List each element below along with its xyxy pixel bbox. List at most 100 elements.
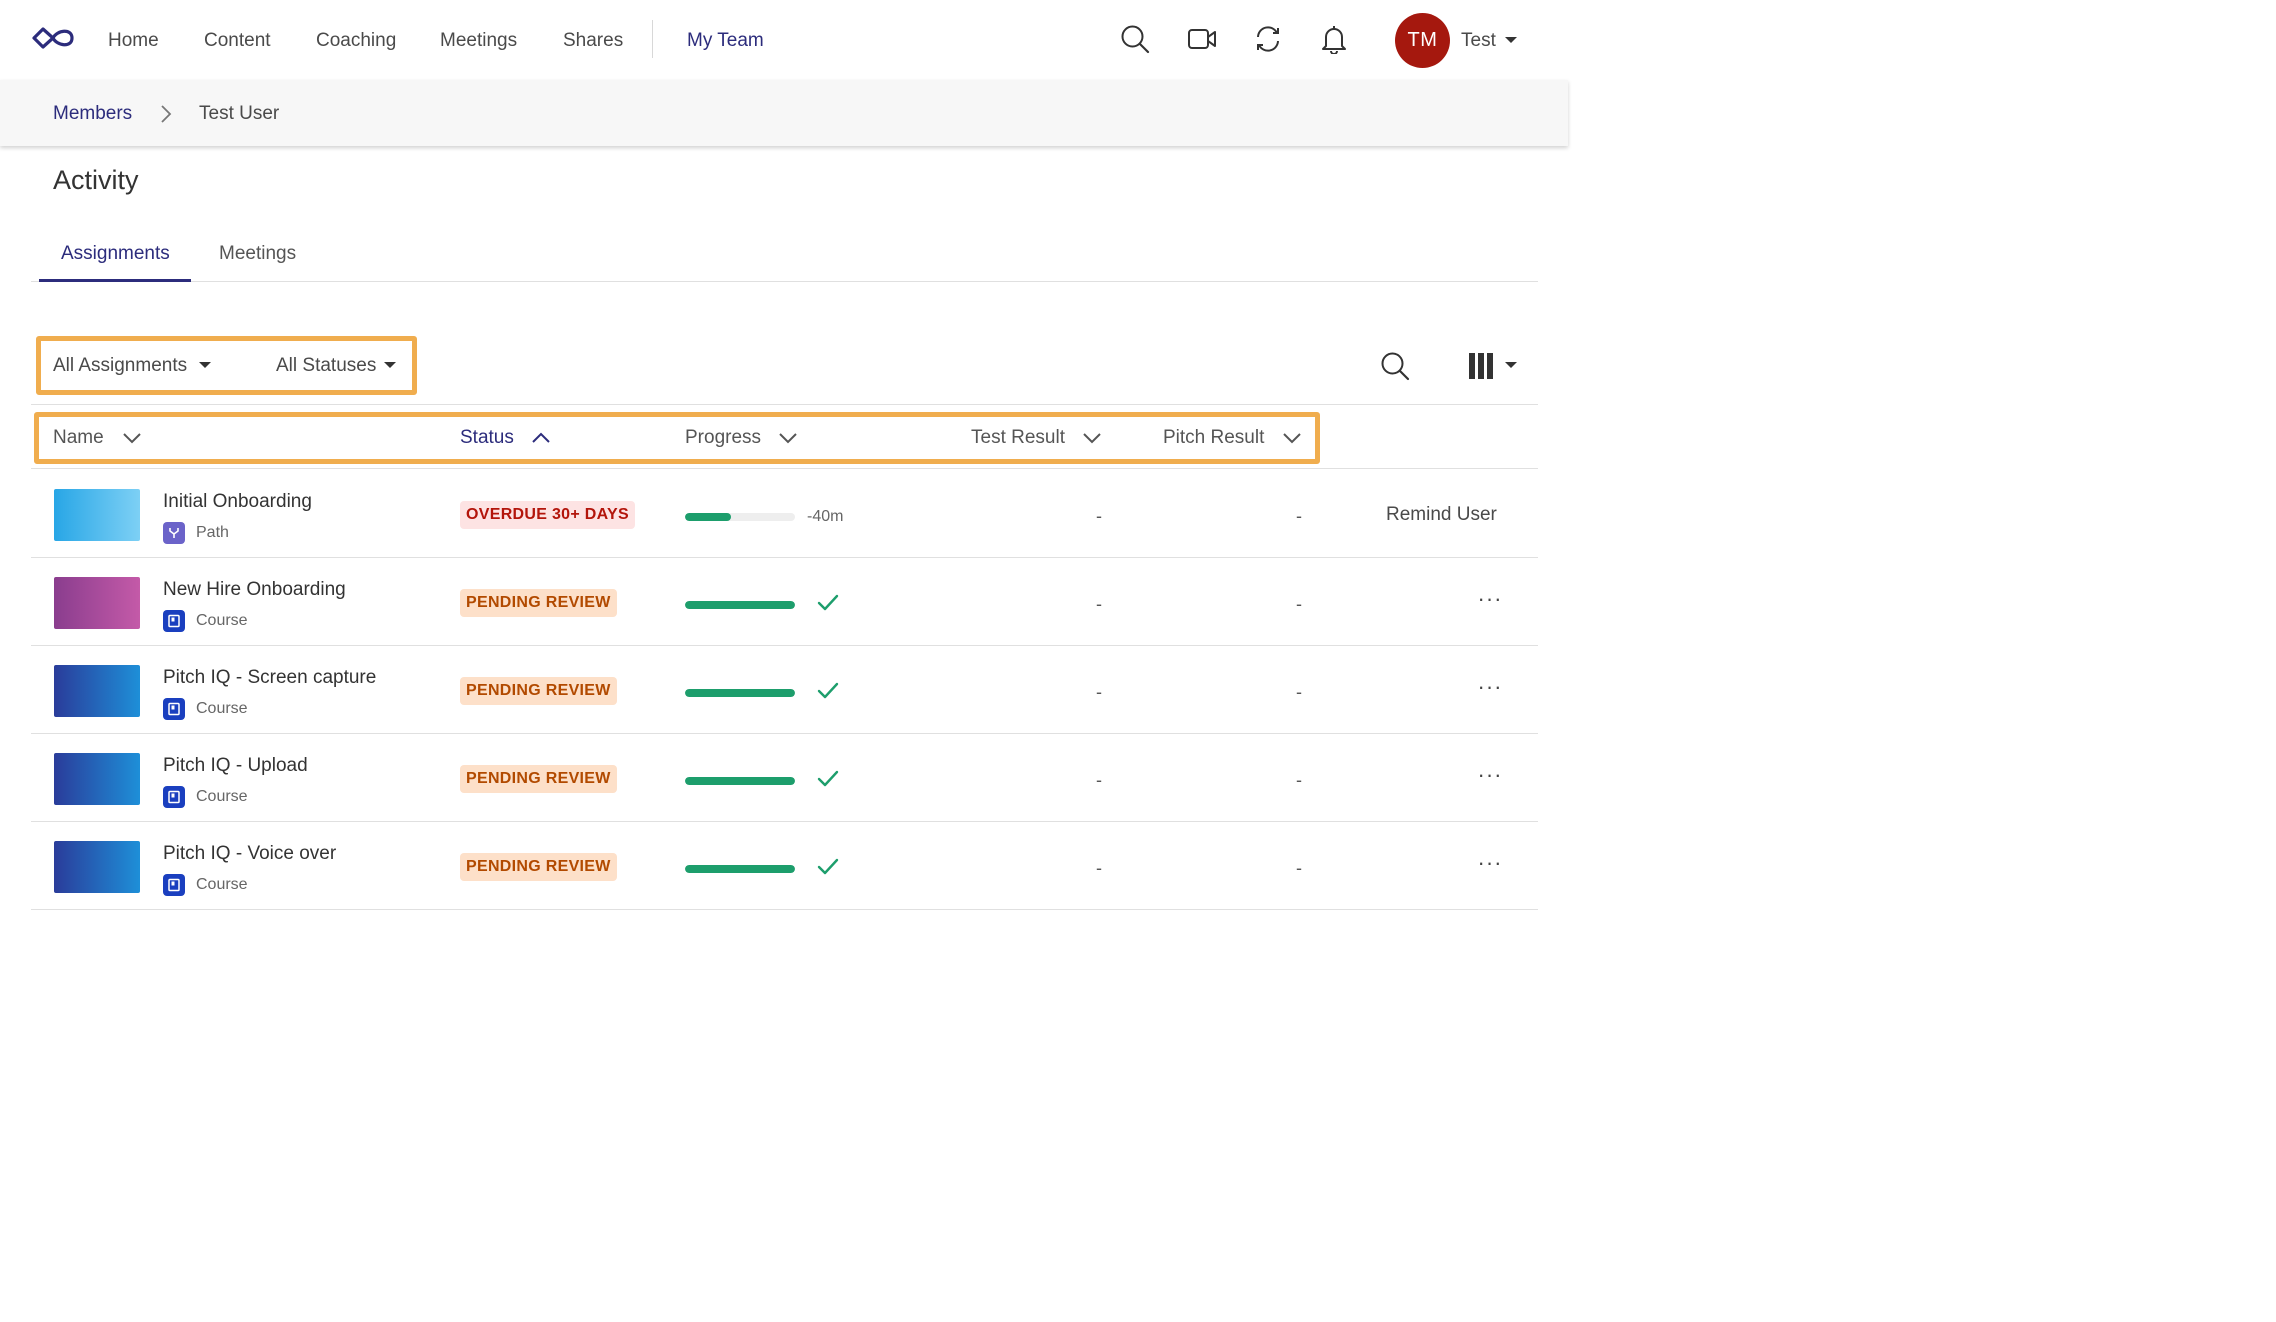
status-badge: PENDING REVIEW bbox=[460, 765, 617, 793]
progress-bar bbox=[685, 513, 795, 521]
assignment-type: Path bbox=[196, 524, 229, 541]
test-result: - bbox=[1096, 594, 1102, 614]
more-options-icon[interactable]: ··· bbox=[1471, 762, 1509, 792]
test-result: - bbox=[1096, 858, 1102, 878]
course-icon bbox=[163, 698, 185, 720]
nav-coaching[interactable]: Coaching bbox=[316, 28, 396, 54]
pitch-result: - bbox=[1296, 682, 1302, 702]
top-nav: Home Content Coaching Meetings Shares My… bbox=[0, 0, 1568, 80]
assignment-thumbnail[interactable] bbox=[54, 753, 140, 805]
test-result: - bbox=[1096, 506, 1102, 526]
assignment-name[interactable]: Pitch IQ - Screen capture bbox=[163, 665, 376, 691]
page-title: Activity bbox=[53, 165, 139, 195]
progress-fill bbox=[685, 513, 732, 521]
chevron-up-icon[interactable] bbox=[531, 431, 551, 445]
breadcrumb-members[interactable]: Members bbox=[53, 101, 132, 127]
assignment-name[interactable]: Pitch IQ - Upload bbox=[163, 753, 308, 779]
user-menu-name[interactable]: Test bbox=[1461, 28, 1496, 54]
column-header-status[interactable]: Status bbox=[460, 425, 514, 451]
nav-home[interactable]: Home bbox=[108, 28, 159, 54]
toolbar-divider bbox=[31, 404, 1538, 405]
assignment-thumbnail[interactable] bbox=[54, 577, 140, 629]
test-result: - bbox=[1096, 682, 1102, 702]
chevron-right-icon bbox=[161, 105, 172, 123]
table-row[interactable]: Pitch IQ - Upload Course PENDING REVIEW - - ·… bbox=[31, 734, 1538, 822]
bell-icon[interactable] bbox=[1317, 22, 1351, 56]
logo-icon[interactable] bbox=[30, 24, 76, 52]
assignment-type: Course bbox=[196, 788, 248, 805]
assignment-name[interactable]: New Hire Onboarding bbox=[163, 577, 346, 603]
check-icon bbox=[817, 682, 839, 699]
path-icon bbox=[163, 522, 185, 544]
pitch-result: - bbox=[1296, 594, 1302, 614]
breadcrumb-current: Test User bbox=[199, 103, 280, 124]
nav-content[interactable]: Content bbox=[204, 28, 271, 54]
chevron-down-icon[interactable] bbox=[384, 362, 396, 368]
column-header-name[interactable]: Name bbox=[53, 425, 104, 451]
avatar[interactable]: TM bbox=[1395, 13, 1450, 68]
active-tab-indicator bbox=[39, 279, 191, 282]
progress-fill bbox=[685, 777, 795, 785]
more-options-icon[interactable]: ··· bbox=[1471, 674, 1509, 704]
video-icon[interactable] bbox=[1185, 22, 1219, 56]
test-result: - bbox=[1096, 770, 1102, 790]
remind-user-button[interactable]: Remind User bbox=[1386, 502, 1497, 528]
assignment-type: Course bbox=[196, 876, 248, 893]
check-icon bbox=[817, 594, 839, 611]
course-icon bbox=[163, 874, 185, 896]
chevron-down-icon[interactable] bbox=[1505, 362, 1517, 368]
nav-shares[interactable]: Shares bbox=[563, 28, 623, 54]
nav-my-team[interactable]: My Team bbox=[687, 28, 764, 54]
chevron-down-icon[interactable] bbox=[1282, 431, 1302, 445]
progress-fill bbox=[685, 601, 795, 609]
assignment-filter[interactable]: All Assignments bbox=[53, 353, 187, 379]
tab-meetings[interactable]: Meetings bbox=[219, 241, 296, 267]
sync-icon[interactable] bbox=[1251, 22, 1285, 56]
course-icon bbox=[163, 786, 185, 808]
assignment-name[interactable]: Initial Onboarding bbox=[163, 489, 312, 515]
chevron-down-icon[interactable] bbox=[1505, 37, 1517, 43]
nav-meetings[interactable]: Meetings bbox=[440, 28, 517, 54]
table-row[interactable]: Pitch IQ - Screen capture Course PENDING R… bbox=[31, 646, 1538, 734]
progress-bar bbox=[685, 601, 795, 609]
assignment-type: Course bbox=[196, 612, 248, 629]
progress-bar bbox=[685, 777, 795, 785]
more-options-icon[interactable]: ··· bbox=[1471, 586, 1509, 616]
progress-bar bbox=[685, 689, 795, 697]
status-badge: PENDING REVIEW bbox=[460, 853, 617, 881]
progress-text: -40m bbox=[807, 508, 844, 525]
assignment-thumbnail[interactable] bbox=[54, 665, 140, 717]
column-header-pitch-result[interactable]: Pitch Result bbox=[1163, 425, 1264, 451]
pitch-result: - bbox=[1296, 858, 1302, 878]
chevron-down-icon[interactable] bbox=[778, 431, 798, 445]
progress-bar bbox=[685, 865, 795, 873]
progress-fill bbox=[685, 865, 795, 873]
tab-assignments[interactable]: Assignments bbox=[61, 241, 170, 267]
more-options-icon[interactable]: ··· bbox=[1471, 850, 1509, 880]
columns-icon[interactable] bbox=[1463, 349, 1499, 383]
check-icon bbox=[817, 770, 839, 787]
status-badge: PENDING REVIEW bbox=[460, 589, 617, 617]
status-badge: PENDING REVIEW bbox=[460, 677, 617, 705]
table-row[interactable]: New Hire Onboarding Course PENDING REVIEW -… bbox=[31, 558, 1538, 646]
assignment-thumbnail[interactable] bbox=[54, 489, 140, 541]
chevron-down-icon[interactable] bbox=[199, 362, 211, 368]
status-badge: OVERDUE 30+ DAYS bbox=[460, 501, 635, 529]
search-icon[interactable] bbox=[1118, 22, 1152, 56]
table-search-icon[interactable] bbox=[1378, 349, 1412, 383]
header-divider bbox=[31, 468, 1538, 469]
assignment-name[interactable]: Pitch IQ - Voice over bbox=[163, 841, 336, 867]
column-header-test-result[interactable]: Test Result bbox=[971, 425, 1065, 451]
chevron-down-icon[interactable] bbox=[122, 431, 142, 445]
assignment-thumbnail[interactable] bbox=[54, 841, 140, 893]
table-row[interactable]: Pitch IQ - Voice over Course PENDING REVIE… bbox=[31, 822, 1538, 910]
check-icon bbox=[817, 858, 839, 875]
chevron-down-icon[interactable] bbox=[1082, 431, 1102, 445]
progress-fill bbox=[685, 689, 795, 697]
course-icon bbox=[163, 610, 185, 632]
tabs-divider bbox=[31, 281, 1538, 282]
table-row[interactable]: Initial Onboarding Path OVERDUE 30+ DAYS -4… bbox=[31, 470, 1538, 558]
column-header-progress[interactable]: Progress bbox=[685, 425, 761, 451]
status-filter[interactable]: All Statuses bbox=[276, 353, 376, 379]
nav-divider bbox=[652, 20, 653, 58]
